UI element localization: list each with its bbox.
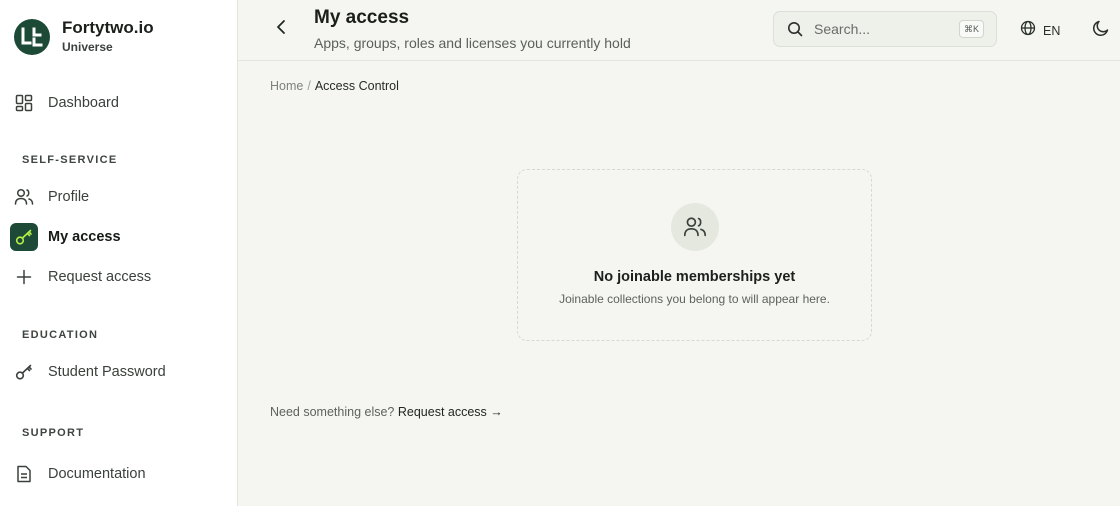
search-shortcut: ⌘K (958, 20, 984, 38)
footer-prompt: Need something else? (270, 405, 395, 419)
sidebar-item-label: Profile (48, 189, 90, 205)
language-label: EN (1043, 23, 1061, 38)
breadcrumb-separator: / (307, 79, 311, 93)
brand-logo-icon (14, 18, 50, 55)
language-selector[interactable]: EN (1020, 20, 1060, 41)
search-icon (786, 20, 804, 38)
page-title: My access (314, 7, 410, 28)
breadcrumb-current: Access Control (314, 79, 399, 93)
search-placeholder: Search... (814, 21, 871, 37)
sidebar-item-label: Request access (48, 269, 152, 285)
page-header: My access Apps, groups, roles and licens… (238, 0, 1120, 61)
document-icon (10, 460, 38, 488)
section-title-self-service: SELF-SERVICE (22, 154, 118, 166)
sidebar-item-student-password[interactable]: Student Password (10, 357, 228, 387)
search-input[interactable]: Search... ⌘K (773, 11, 997, 47)
sidebar-item-label: Dashboard (48, 95, 119, 111)
page-subtitle: Apps, groups, roles and licenses you cur… (314, 35, 631, 51)
moon-icon (1092, 20, 1110, 41)
users-icon (10, 183, 38, 211)
globe-icon (1020, 20, 1036, 41)
sidebar-item-label: Documentation (48, 466, 146, 482)
sidebar-item-label: My access (48, 229, 121, 245)
brand-name: Fortytwo.io (62, 18, 154, 37)
sidebar-item-documentation[interactable]: Documentation (10, 459, 228, 489)
plus-icon (10, 263, 38, 291)
key-icon (10, 223, 38, 251)
sidebar-item-profile[interactable]: Profile (10, 182, 228, 212)
empty-state-description: Joinable collections you belong to will … (559, 292, 830, 306)
breadcrumb-home[interactable]: Home (270, 79, 303, 93)
key-icon (10, 358, 38, 386)
sidebar-item-my-access[interactable]: My access (10, 222, 228, 252)
users-icon (671, 203, 719, 251)
chevron-left-icon (276, 19, 286, 40)
brand[interactable]: Fortytwo.io Universe (14, 18, 154, 55)
empty-state-title: No joinable memberships yet (593, 269, 796, 285)
sidebar-item-request-access[interactable]: Request access (10, 262, 228, 292)
brand-subtitle: Universe (62, 40, 113, 54)
breadcrumb: Home / Access Control (270, 79, 399, 93)
back-button[interactable] (272, 19, 290, 39)
section-title-support: SUPPORT (22, 427, 85, 439)
request-access-link[interactable]: Request access → (398, 405, 503, 419)
sidebar: Fortytwo.io Universe Dashboard SELF-SERV… (0, 0, 238, 506)
sidebar-item-dashboard[interactable]: Dashboard (10, 88, 228, 118)
empty-state: No joinable memberships yet Joinable col… (517, 169, 872, 341)
section-title-education: EDUCATION (22, 329, 99, 341)
footer-note: Need something else? Request access → (270, 405, 503, 419)
theme-toggle[interactable] (1092, 19, 1110, 42)
sidebar-item-label: Student Password (48, 364, 166, 380)
grid-icon (10, 89, 38, 117)
